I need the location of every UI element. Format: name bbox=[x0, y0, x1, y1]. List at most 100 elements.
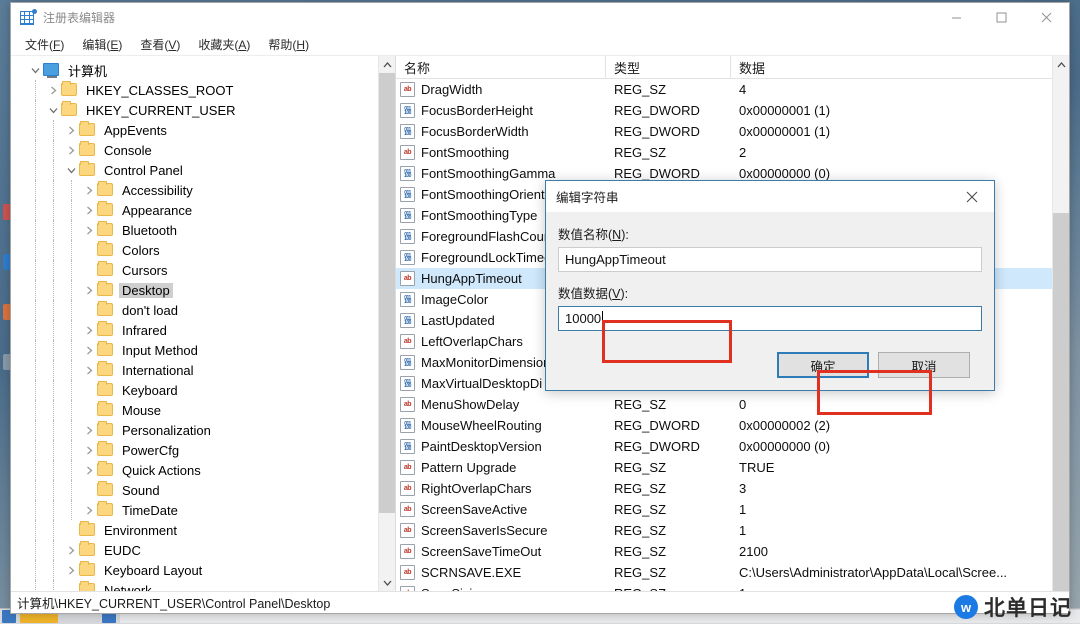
list-row[interactable]: ab ScreenSaverIsSecure REG_SZ 1 bbox=[396, 520, 1052, 541]
chevron-right-icon[interactable] bbox=[81, 500, 97, 520]
chevron-right-icon[interactable] bbox=[81, 200, 97, 220]
scroll-down-icon[interactable] bbox=[379, 574, 395, 591]
minimize-icon[interactable] bbox=[934, 3, 979, 33]
registry-tree-pane[interactable]: 计算机 HKEY_CLASSES_ROOT HKEY_CURRENT_USER App… bbox=[11, 56, 396, 591]
chevron-right-icon[interactable] bbox=[81, 320, 97, 340]
chevron-right-icon[interactable] bbox=[63, 140, 79, 160]
chevron-right-icon[interactable] bbox=[81, 280, 97, 300]
string-value-icon: ab bbox=[400, 586, 415, 591]
menu-item-help[interactable]: 帮助(H) bbox=[260, 34, 317, 55]
menu-item-edit[interactable]: 编辑(E) bbox=[74, 34, 130, 55]
list-row[interactable]: ab ScreenSaveTimeOut REG_SZ 2100 bbox=[396, 541, 1052, 562]
column-header-data[interactable]: 数据 bbox=[731, 56, 1069, 79]
list-row[interactable]: ab MenuShowDelay REG_SZ 0 bbox=[396, 394, 1052, 415]
tree-node[interactable]: 计算机 bbox=[11, 60, 395, 80]
chevron-right-icon[interactable] bbox=[63, 540, 79, 560]
list-row[interactable]: ab SnapSizing REG_SZ1 bbox=[396, 583, 1052, 591]
menu-item-favorites[interactable]: 收藏夹(A) bbox=[190, 34, 258, 55]
dialog-title-bar[interactable]: 编辑字符串 bbox=[546, 181, 994, 212]
folder-icon bbox=[79, 521, 96, 537]
ok-button[interactable]: 确定 bbox=[777, 352, 869, 378]
watermark-text: 北单日记 bbox=[984, 597, 1072, 620]
tree-node[interactable]: Environment bbox=[11, 520, 395, 540]
chevron-right-icon[interactable] bbox=[81, 180, 97, 200]
tree-node[interactable]: don't load bbox=[11, 300, 395, 320]
tree-node[interactable]: Control Panel bbox=[11, 160, 395, 180]
tree-scroll-thumb[interactable] bbox=[379, 73, 395, 513]
chevron-right-icon[interactable] bbox=[81, 360, 97, 380]
chevron-right-icon[interactable] bbox=[81, 460, 97, 480]
chevron-right-icon[interactable] bbox=[81, 340, 97, 360]
list-row[interactable]: ab ScreenSaveActive REG_SZ 1 bbox=[396, 499, 1052, 520]
tree-node[interactable]: Input Method bbox=[11, 340, 395, 360]
list-scroll-track[interactable] bbox=[1053, 73, 1069, 591]
string-value-icon: ab bbox=[400, 82, 415, 97]
list-row[interactable]: ab FontSmoothing REG_SZ 2 bbox=[396, 142, 1052, 163]
list-scroll-thumb[interactable] bbox=[1053, 213, 1069, 591]
tree-node[interactable]: Keyboard bbox=[11, 380, 395, 400]
scroll-up-icon[interactable] bbox=[1053, 56, 1069, 73]
scroll-up-icon[interactable] bbox=[379, 56, 395, 73]
cell-type: REG_SZ bbox=[614, 82, 667, 97]
column-header-name[interactable]: 名称 bbox=[396, 56, 606, 79]
chevron-right-icon[interactable] bbox=[81, 220, 97, 240]
tree-node[interactable]: Sound bbox=[11, 480, 395, 500]
tree-node[interactable]: International bbox=[11, 360, 395, 380]
list-row[interactable]: ab DragWidth REG_SZ 4 bbox=[396, 79, 1052, 100]
value-data-input[interactable]: 10000 bbox=[558, 306, 982, 331]
tree-node[interactable]: Network bbox=[11, 580, 395, 591]
tree-node[interactable]: Keyboard Layout bbox=[11, 560, 395, 580]
chevron-right-icon[interactable] bbox=[63, 120, 79, 140]
tree-scrollbar[interactable] bbox=[378, 56, 395, 591]
close-icon[interactable] bbox=[949, 181, 994, 212]
list-scrollbar[interactable] bbox=[1052, 56, 1069, 591]
window-title-bar[interactable]: 注册表编辑器 bbox=[11, 3, 1069, 33]
menu-item-view[interactable]: 查看(V) bbox=[132, 34, 188, 55]
chevron-down-icon[interactable] bbox=[63, 160, 79, 180]
list-row[interactable]: 011 100 FocusBorderWidth REG_DWORD 0x0000000… bbox=[396, 121, 1052, 142]
tree-node[interactable]: Accessibility bbox=[11, 180, 395, 200]
list-row[interactable]: 011 100 FocusBorderHeight REG_DWORD 0x000000… bbox=[396, 100, 1052, 121]
column-header-type[interactable]: 类型 bbox=[606, 56, 731, 79]
chevron-down-icon[interactable] bbox=[45, 100, 61, 120]
tree-node[interactable]: HKEY_CURRENT_USER bbox=[11, 100, 395, 120]
tree-node[interactable]: Quick Actions bbox=[11, 460, 395, 480]
tree-node[interactable]: Infrared bbox=[11, 320, 395, 340]
menu-item-file[interactable]: 文件(F) bbox=[17, 34, 72, 55]
tree-node[interactable]: AppEvents bbox=[11, 120, 395, 140]
tree-node[interactable]: Desktop bbox=[11, 280, 395, 300]
chevron-right-icon[interactable] bbox=[45, 80, 61, 100]
chevron-down-icon[interactable] bbox=[27, 60, 43, 80]
close-icon[interactable] bbox=[1024, 3, 1069, 33]
tree-node[interactable]: Cursors bbox=[11, 260, 395, 280]
cell-type: REG_DWORD bbox=[614, 103, 700, 118]
cell-data: 0 bbox=[739, 397, 747, 412]
tree-scroll-track[interactable] bbox=[379, 73, 395, 574]
tree-node[interactable]: Personalization bbox=[11, 420, 395, 440]
list-row[interactable]: ab SCRNSAVE.EXE REG_SZ C:\Users\Administrat… bbox=[396, 562, 1052, 583]
dword-value-icon: 011 100 bbox=[400, 208, 415, 223]
value-name: HungAppTimeout bbox=[421, 271, 522, 286]
folder-icon bbox=[97, 301, 114, 317]
list-row[interactable]: ab Pattern Upgrade REG_SZ TRUE bbox=[396, 457, 1052, 478]
list-row[interactable]: 011 100 PaintDesktopVersion REG_DWORD 0x0000… bbox=[396, 436, 1052, 457]
tree-node[interactable]: EUDC bbox=[11, 540, 395, 560]
tree-node[interactable]: PowerCfg bbox=[11, 440, 395, 460]
maximize-icon[interactable] bbox=[979, 3, 1024, 33]
list-row[interactable]: ab RightOverlapChars REG_SZ 3 bbox=[396, 478, 1052, 499]
chevron-right-icon[interactable] bbox=[63, 560, 79, 580]
list-row[interactable]: 011 100 MouseWheelRouting REG_DWORD 0x000000… bbox=[396, 415, 1052, 436]
cancel-button[interactable]: 取消 bbox=[878, 352, 970, 378]
chevron-right-icon[interactable] bbox=[81, 440, 97, 460]
cell-name: 011 100 MouseWheelRouting bbox=[396, 415, 606, 436]
tree-node[interactable]: Mouse bbox=[11, 400, 395, 420]
value-name-input[interactable]: HungAppTimeout bbox=[558, 247, 982, 272]
edit-string-dialog[interactable]: 编辑字符串 数值名称(N): HungAppTimeout 数值数据(V): 1… bbox=[545, 180, 995, 415]
tree-node[interactable]: TimeDate bbox=[11, 500, 395, 520]
chevron-right-icon[interactable] bbox=[81, 420, 97, 440]
tree-node[interactable]: Console bbox=[11, 140, 395, 160]
tree-node[interactable]: Colors bbox=[11, 240, 395, 260]
tree-node[interactable]: HKEY_CLASSES_ROOT bbox=[11, 80, 395, 100]
tree-node[interactable]: Bluetooth bbox=[11, 220, 395, 240]
tree-node[interactable]: Appearance bbox=[11, 200, 395, 220]
